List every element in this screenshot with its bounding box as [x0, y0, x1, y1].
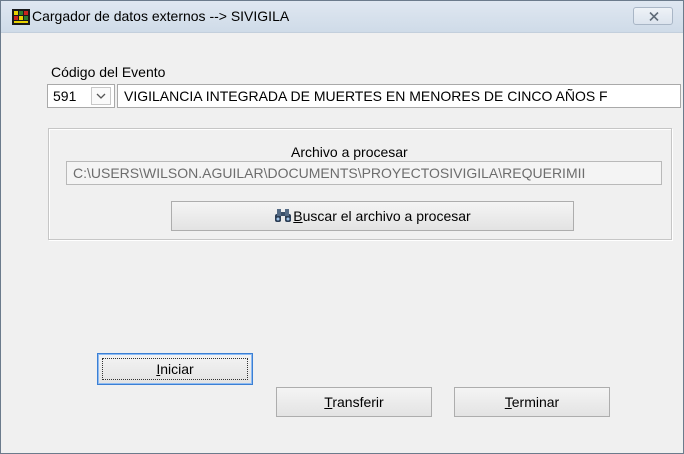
event-code-combobox[interactable]: 591 [47, 84, 115, 108]
combo-dropdown-button[interactable] [91, 87, 111, 105]
finish-button-label: erminar [511, 394, 560, 410]
event-name-field[interactable]: VIGILANCIA INTEGRADA DE MUERTES EN MENOR… [117, 84, 681, 108]
window-client-area: Código del Evento 591 VIGILANCIA INTEGRA… [1, 33, 683, 453]
loader-window: Cargador de datos externos --> SIVIGILA … [0, 0, 684, 454]
search-button-label: uscar el archivo a procesar [302, 208, 471, 224]
close-button[interactable] [633, 7, 673, 25]
start-button-label: niciar [160, 361, 194, 377]
transfer-button[interactable]: Transferir [276, 387, 432, 417]
finish-button-accel: T [504, 394, 512, 410]
title-bar[interactable]: Cargador de datos externos --> SIVIGILA [1, 1, 683, 33]
transfer-button-label: ransferir [332, 394, 384, 410]
focus-rectangle: Iniciar [102, 358, 248, 380]
search-file-button[interactable]: Buscar el archivo a procesar [171, 201, 574, 231]
file-to-process-label: Archivo a procesar [291, 144, 408, 160]
chevron-down-icon [96, 93, 106, 99]
close-icon [649, 12, 659, 21]
search-button-accel: B [293, 208, 303, 224]
window-title: Cargador de datos externos --> SIVIGILA [32, 8, 290, 24]
event-code-value: 591 [53, 88, 77, 104]
event-code-label: Código del Evento [51, 64, 166, 80]
file-path-field[interactable]: C:\USERS\WILSON.AGUILAR\DOCUMENTS\PROYEC… [66, 161, 662, 185]
file-path-value: C:\USERS\WILSON.AGUILAR\DOCUMENTS\PROYEC… [73, 165, 586, 181]
event-name-value: VIGILANCIA INTEGRADA DE MUERTES EN MENOR… [124, 88, 608, 104]
start-button[interactable]: Iniciar [97, 353, 253, 385]
binoculars-icon [274, 204, 292, 232]
application-icon [12, 9, 30, 25]
finish-button[interactable]: Terminar [454, 387, 610, 417]
